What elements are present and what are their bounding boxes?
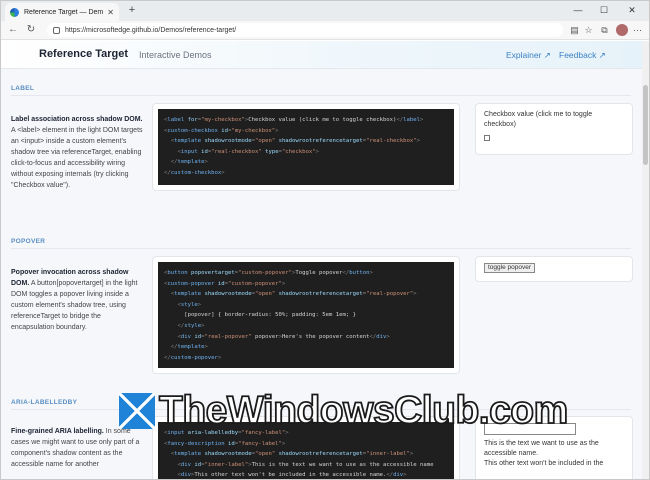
label-code-panel: <label for="my-checkbox">Checkbox value … (152, 103, 460, 191)
label-description-title: Label association across shadow DOM. (11, 116, 143, 123)
label-demo-panel: Checkbox value (click me to toggle check… (475, 103, 633, 155)
tab-strip: Reference Target — Demo ✕ + — ☐ ✕ (1, 1, 649, 21)
tab-close-icon[interactable]: ✕ (107, 8, 114, 17)
popover-demo-panel: toggle popover (475, 256, 633, 282)
site-header: Reference Target Interactive Demos Expla… (1, 41, 642, 69)
excluded-text: This other text won't be included in the (484, 460, 604, 467)
code-line: <template shadowrootmode="open" shadowro… (170, 451, 414, 458)
refresh-button[interactable]: ↻ (23, 23, 39, 37)
demo-checkbox[interactable] (484, 135, 490, 141)
feedback-link[interactable]: Feedback ↗ (559, 50, 606, 61)
accessible-name-text: This is the text we want to use as the a… (484, 440, 599, 457)
url-text: https://microsoftedge.github.io/Demos/re… (65, 26, 237, 34)
code-line: <template shadowrootmode="open" shadowro… (170, 291, 417, 298)
code-line: <button popovertarget="custom-popover">T… (164, 270, 373, 276)
new-tab-button[interactable]: + (125, 3, 139, 17)
scrollbar-thumb[interactable] (643, 85, 648, 165)
label-code-block: <label for="my-checkbox">Checkbox value … (158, 109, 454, 185)
code-line: <input id="real-checkbox" type="checkbox… (177, 148, 319, 155)
section-label-aria-labelledby: ARIA-LABELLEDBY (11, 399, 78, 406)
code-line: </custom-popover> (164, 354, 222, 361)
collections-icon[interactable]: ⧉ (598, 24, 611, 37)
code-line: </style> (177, 322, 205, 329)
profile-avatar[interactable] (616, 24, 628, 36)
code-line: <label for="my-checkbox">Checkbox value … (164, 117, 424, 123)
code-line: </custom-checkbox> (164, 169, 225, 176)
browser-window: Reference Target — Demo ✕ + — ☐ ✕ ← ↻ ht… (0, 0, 650, 480)
checkbox-label[interactable]: Checkbox value (click me to toggle check… (484, 110, 624, 130)
windows-club-logo-icon (119, 393, 155, 429)
page-title: Reference Target (39, 48, 129, 60)
maximize-button[interactable]: ☐ (593, 3, 615, 17)
browser-tab[interactable]: Reference Target — Demo ✕ (5, 3, 119, 21)
code-line: <div>This other text won't be included i… (177, 472, 407, 479)
popover-code-panel: <button popovertarget="custom-popover">T… (152, 256, 460, 374)
minimize-button[interactable]: — (567, 3, 589, 17)
label-description: Label association across shadow DOM. A <… (11, 114, 145, 191)
code-line: <custom-checkbox id="my-checkbox"> (164, 127, 279, 134)
watermark: TheWindowsClub.com (119, 388, 569, 433)
settings-menu-icon[interactable]: ⋯ (631, 24, 644, 37)
code-line: </template> (170, 344, 208, 351)
favorite-star-icon[interactable]: ☆ (582, 24, 595, 37)
code-line: <custom-popover id="custom-popover"> (164, 280, 286, 287)
page-subtitle: Interactive Demos (139, 50, 212, 60)
toggle-popover-button[interactable]: toggle popover (484, 263, 536, 273)
aria-description: Fine-grained ARIA labelling. In some cas… (11, 426, 145, 470)
close-window-button[interactable]: ✕ (621, 3, 643, 17)
code-line: <div id="inner-label">This is the text w… (177, 461, 434, 468)
page-content: Reference Target Interactive Demos Expla… (1, 41, 642, 479)
watermark-text: TheWindowsClub.com (158, 388, 569, 433)
section-label-label: LABEL (11, 85, 35, 92)
code-line: </template> (170, 159, 208, 166)
code-line: <style> (177, 301, 202, 308)
code-line: <div id="real-popover" popover>Here's th… (177, 333, 390, 340)
explainer-link[interactable]: Explainer ↗ (506, 50, 551, 61)
code-line: [popover] { border-radius: 50%; padding:… (164, 312, 356, 319)
page-scrollbar[interactable] (642, 41, 649, 479)
section-label-popover: POPOVER (11, 238, 46, 245)
code-line: <template shadowrootmode="open" shadowro… (170, 138, 421, 145)
edge-favicon-icon (10, 7, 19, 17)
tab-title: Reference Target — Demo (24, 8, 104, 16)
lock-icon (53, 26, 60, 34)
aria-description-title: Fine-grained ARIA labelling. (11, 428, 104, 435)
code-line: <fancy-description id="fancy-label"> (164, 440, 286, 447)
browser-toolbar: ← ↻ https://microsoftedge.github.io/Demo… (1, 21, 649, 40)
address-bar[interactable]: https://microsoftedge.github.io/Demos/re… (47, 23, 563, 37)
popover-description: Popover invocation across shadow DOM. A … (11, 267, 145, 333)
popover-description-body: A button[popovertarget] in the light DOM… (11, 280, 138, 331)
popover-code-block: <button popovertarget="custom-popover">T… (158, 262, 454, 368)
section-divider (11, 95, 631, 96)
section-divider (11, 248, 631, 249)
reader-view-icon[interactable]: ▤ (568, 24, 581, 37)
back-button[interactable]: ← (5, 23, 21, 37)
label-description-body: A <label> element in the light DOM targe… (11, 127, 143, 189)
